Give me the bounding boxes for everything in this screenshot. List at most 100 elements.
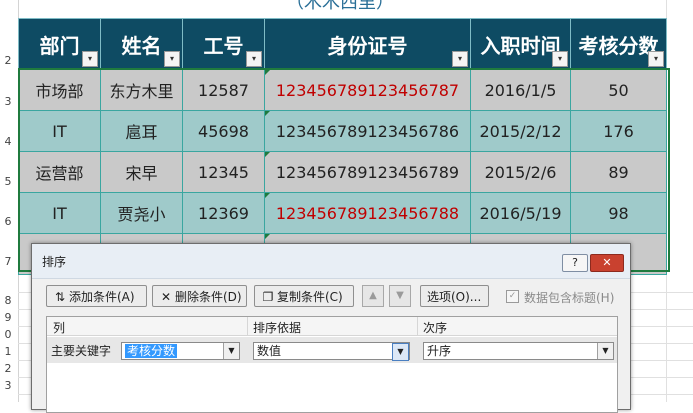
row-number[interactable]: 1 [0,345,16,358]
cell-dept[interactable]: 市场部 [18,69,101,111]
cell-idcard[interactable]: 123456789123456787 [264,69,471,111]
primary-key-label: 主要关键字 [51,344,112,358]
header-cell-id[interactable]: 工号 ▾ [182,18,265,70]
cell-dept[interactable]: IT [18,192,101,234]
cell-id[interactable]: 12369 [182,192,265,234]
data-table: 部门 ▾ 姓名 ▾ 工号 ▾ 身份证号 ▾ 入职时间 ▾ 考核分数 ▾ 市场部 东方木里 1… [18,18,667,275]
table-row: IT 贾尧小 12369 123456789123456788 2016/5/1… [18,192,667,234]
filter-dropdown-icon[interactable]: ▾ [164,51,180,67]
text-number-indicator-icon [265,234,270,239]
table-row: IT 扈耳 45698 123456789123456786 2015/2/12… [18,110,667,152]
copy-icon: ❐ [262,290,274,304]
row-number[interactable]: 2 [0,54,16,67]
chevron-down-icon[interactable]: ▼ [597,343,613,359]
text-number-indicator-icon [265,152,270,157]
header-checkbox[interactable]: ✓ [506,290,519,303]
row-number[interactable]: 4 [0,135,16,148]
header-cell-date[interactable]: 入职时间 ▾ [470,18,571,70]
move-up-button[interactable]: ▲ [362,285,384,307]
table-row: 运营部 宋早 12345 123456789123456789 2015/2/6… [18,151,667,193]
order-select[interactable]: 升序 ▼ [423,342,614,360]
cell-score[interactable]: 50 [570,69,667,111]
row-number[interactable]: 3 [0,379,16,392]
sort-levels-list: 列 排序依据 次序 主要关键字 考核分数 ▼ 数值 ▼ 升序 ▼ [46,316,618,413]
cell-idcard[interactable]: 123456789123456789 [264,151,471,193]
options-button[interactable]: 选项(O)... [420,285,489,307]
header-checkbox-label: 数据包含标题(H) [524,291,615,305]
filter-dropdown-icon[interactable]: ▾ [648,51,664,67]
cell-date[interactable]: 2015/2/12 [470,110,571,152]
cell-name[interactable]: 贾尧小 [100,192,183,234]
sort-on-select-value: 数值 [257,344,282,358]
move-down-button[interactable]: ▼ [389,285,411,307]
cell-idcard-text: 123456789123456789 [275,162,460,182]
chevron-down-icon[interactable]: ▼ [392,343,409,361]
cell-idcard[interactable]: 123456789123456788 [264,192,471,234]
text-number-indicator-icon [265,111,270,116]
cell-id[interactable]: 12587 [182,69,265,111]
header-cell-name[interactable]: 姓名 ▾ [100,18,183,70]
text-number-indicator-icon [265,193,270,198]
row-number[interactable]: 8 [0,294,16,307]
header-text: 部门 [39,33,80,58]
row-number[interactable]: 6 [0,215,16,228]
cell-date[interactable]: 2016/5/19 [470,192,571,234]
header-text: 工号 [203,33,244,58]
add-level-icon: ⇅ [54,290,66,304]
sort-on-select[interactable]: 数值 ▼ [253,342,410,361]
row-number[interactable]: 7 [0,255,16,268]
header-row: 部门 ▾ 姓名 ▾ 工号 ▾ 身份证号 ▾ 入职时间 ▾ 考核分数 ▾ [18,18,667,70]
cell-date[interactable]: 2016/1/5 [470,69,571,111]
chevron-down-icon[interactable]: ▼ [223,343,239,359]
sort-dialog: 排序 ? ✕ ⇅ 添加条件(A) ✕ 删除条件(D) ❐ 复制条件(C) ▲ ▼ 选项… [31,243,631,413]
list-header: 列 排序依据 次序 [47,317,617,336]
column-select-value: 考核分数 [125,344,178,358]
row-number[interactable]: 2 [0,362,16,375]
row-number[interactable]: 5 [0,175,16,188]
row-number[interactable]: 0 [0,328,16,341]
cell-dept[interactable]: IT [18,110,101,152]
header-text: 身份证号 [327,33,408,58]
cell-score[interactable]: 89 [570,151,667,193]
filter-dropdown-icon[interactable]: ▾ [452,51,468,67]
header-text: 入职时间 [480,33,561,58]
cell-score[interactable]: 98 [570,192,667,234]
dialog-title-bar[interactable]: 排序 ? ✕ [32,244,630,279]
close-button[interactable]: ✕ [590,254,624,272]
help-button[interactable]: ? [562,254,588,272]
cell-name[interactable]: 扈耳 [100,110,183,152]
sort-on-header: 排序依据 [253,321,302,335]
cell-id[interactable]: 12345 [182,151,265,193]
order-header: 次序 [423,321,448,335]
cell-idcard-text: 123456789123456787 [275,80,460,100]
header-cell-dept[interactable]: 部门 ▾ [18,18,101,70]
delete-condition-button[interactable]: ✕ 删除条件(D) [152,285,247,307]
cell-score[interactable]: 176 [570,110,667,152]
cell-id[interactable]: 45698 [182,110,265,152]
filter-dropdown-icon[interactable]: ▾ [82,51,98,67]
row-number[interactable]: 3 [0,95,16,108]
delete-x-icon: ✕ [160,290,172,304]
cell-idcard-text: 123456789123456788 [275,203,460,223]
header-cell-idcard[interactable]: 身份证号 ▾ [264,18,471,70]
filter-dropdown-icon[interactable]: ▾ [246,51,262,67]
row-number[interactable]: 9 [0,311,16,324]
dialog-title: 排序 [42,255,67,269]
column-select[interactable]: 考核分数 ▼ [121,342,240,360]
table-row: 市场部 东方木里 12587 123456789123456787 2016/1… [18,69,667,111]
cell-date[interactable]: 2015/2/6 [470,151,571,193]
column-header: 列 [53,321,66,335]
add-condition-label: 添加条件(A) [69,290,135,304]
cell-name[interactable]: 宋早 [100,151,183,193]
copy-condition-label: 复制条件(C) [277,290,343,304]
add-condition-button[interactable]: ⇅ 添加条件(A) [46,285,147,307]
filter-dropdown-icon[interactable]: ▾ [552,51,568,67]
header-cell-score[interactable]: 考核分数 ▾ [570,18,667,70]
cell-dept[interactable]: 运营部 [18,151,101,193]
cell-name[interactable]: 东方木里 [100,69,183,111]
text-number-indicator-icon [265,70,270,75]
header-text: 姓名 [121,33,162,58]
cell-idcard[interactable]: 123456789123456786 [264,110,471,152]
copy-condition-button[interactable]: ❐ 复制条件(C) [254,285,354,307]
header-text: 考核分数 [578,33,659,58]
